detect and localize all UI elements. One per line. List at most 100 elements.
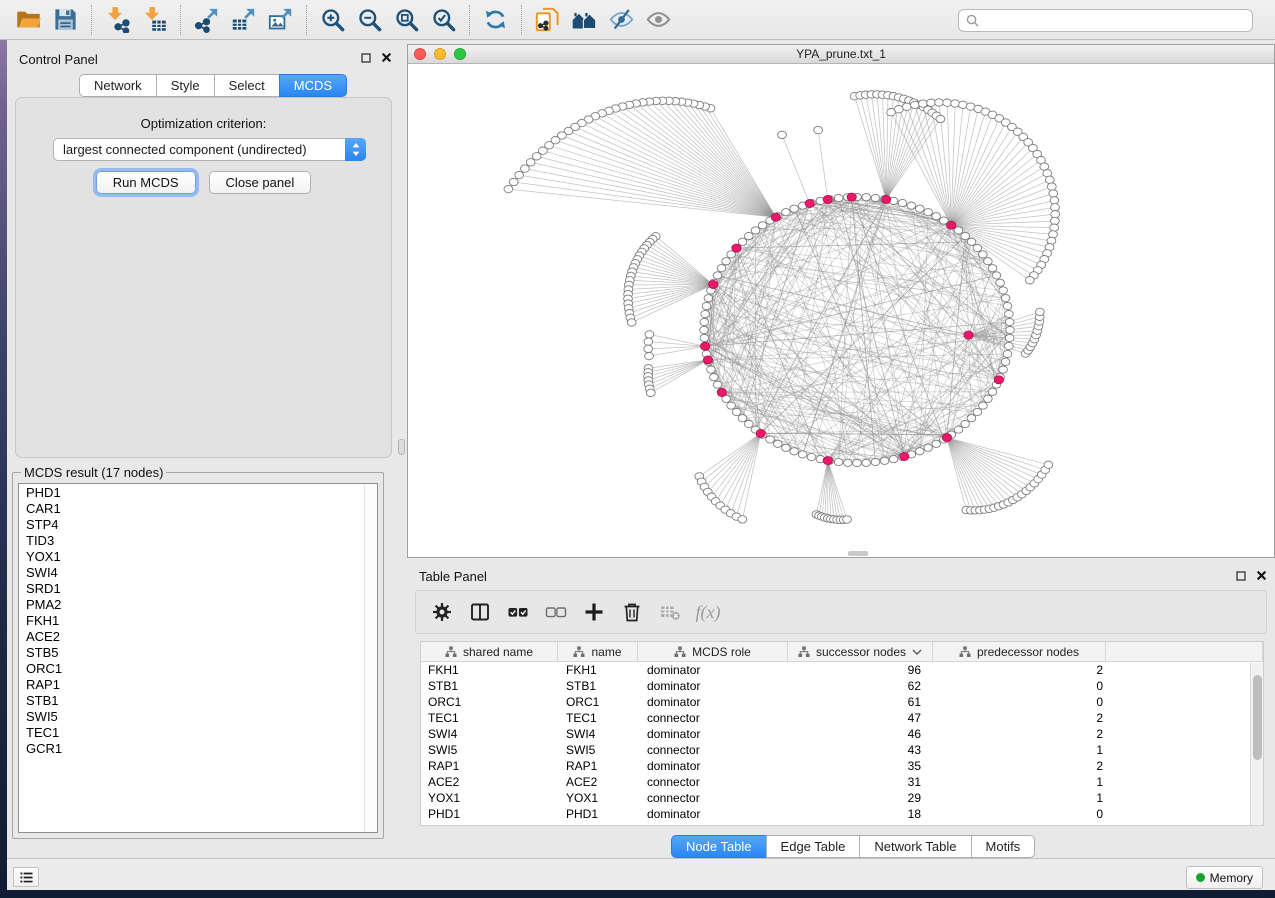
add-row-button[interactable] [582,600,606,624]
cell: connector [638,710,788,726]
cell: ACE2 [421,774,558,790]
cell: YOX1 [421,790,558,806]
tab-node-table[interactable]: Node Table [671,835,767,858]
tab-select[interactable]: Select [214,74,280,97]
mcds-result-item[interactable]: STB5 [19,645,363,661]
mcds-result-item[interactable]: FKH1 [19,613,363,629]
column-header-MCDS-role[interactable]: MCDS role [638,642,788,661]
task-history-button[interactable] [13,867,39,887]
task-list-icon [18,869,35,886]
main-toolbar [0,0,1275,40]
table-settings-button[interactable] [430,600,454,624]
mcds-result-item[interactable]: ACE2 [19,629,363,645]
zoom-in-button[interactable] [314,3,351,37]
delete-row-button[interactable] [620,600,644,624]
import-table-button[interactable] [136,3,173,37]
table-row[interactable]: STB1STB1dominator620 [421,678,1263,694]
toolbar-separator [469,5,470,35]
panel-splitter-handle[interactable] [398,439,405,455]
column-header-successor-nodes[interactable]: successor nodes [788,642,933,661]
mcds-result-item[interactable]: SRD1 [19,581,363,597]
import-network-button[interactable] [99,3,136,37]
network-window-title: YPA_prune.txt_1 [408,47,1274,61]
column-header-predecessor-nodes[interactable]: predecessor nodes [933,642,1106,661]
table-row[interactable]: YOX1YOX1connector291 [421,790,1263,806]
mcds-result-item[interactable]: YOX1 [19,549,363,565]
table-panel-float-button[interactable] [1236,569,1246,584]
zoom-fit-button[interactable] [388,3,425,37]
criterion-select[interactable]: largest connected component (undirected) [53,138,366,161]
tab-network[interactable]: Network [79,74,157,97]
tab-style[interactable]: Style [156,74,215,97]
float-icon [1236,571,1246,581]
export-table-button[interactable] [225,3,262,37]
control-panel-close-button[interactable] [381,52,392,63]
cell: 31 [788,774,933,790]
mcds-result-item[interactable]: SWI5 [19,709,363,725]
mcds-result-item[interactable]: STP4 [19,517,363,533]
zoom-selected-button[interactable] [425,3,462,37]
export-network-button[interactable] [188,3,225,37]
mcds-result-item[interactable]: PMA2 [19,597,363,613]
deselect-all-button[interactable] [544,600,568,624]
table-row[interactable]: SWI5SWI5connector431 [421,742,1263,758]
tab-network-table[interactable]: Network Table [859,835,971,858]
mcds-result-item[interactable]: TID3 [19,533,363,549]
table-row[interactable]: ACE2ACE2connector311 [421,774,1263,790]
mcds-result-item[interactable]: CAR1 [19,501,363,517]
mcds-result-item[interactable]: TEC1 [19,725,363,741]
show-eye-icon [645,6,672,33]
control-panel: Control Panel NetworkStyleSelectMCDS Opt… [7,44,400,855]
export-image-button[interactable] [262,3,299,37]
mcds-result-item[interactable]: ORC1 [19,661,363,677]
open-session-button[interactable] [10,3,47,37]
table-row[interactable]: ORC1ORC1dominator610 [421,694,1263,710]
tab-motifs[interactable]: Motifs [971,835,1036,858]
cell: 2 [933,662,1106,678]
network-window-titlebar[interactable]: YPA_prune.txt_1 [408,45,1274,64]
save-session-button[interactable] [47,3,84,37]
network-hscrollbar-thumb[interactable] [848,551,868,556]
mcds-result-item[interactable]: STB1 [19,693,363,709]
mcds-result-group: MCDS result (17 nodes) PHD1CAR1STP4TID3Y… [12,465,384,839]
table-row[interactable]: PHD1PHD1dominator180 [421,806,1263,822]
function-builder-button[interactable]: f(x) [696,600,720,624]
mcds-result-list[interactable]: PHD1CAR1STP4TID3YOX1SWI4SRD1PMA2FKH1ACE2… [18,483,378,833]
column-tree-icon [445,646,457,658]
mcds-result-item[interactable]: PHD1 [19,485,363,501]
show-eye-button[interactable] [640,3,677,37]
table-row[interactable]: FKH1FKH1dominator962 [421,662,1263,678]
network-canvas[interactable] [408,64,1274,557]
close-panel-button[interactable]: Close panel [209,171,312,194]
zoom-out-button[interactable] [351,3,388,37]
hide-elements-button[interactable] [603,3,640,37]
column-header-name[interactable]: name [558,642,638,661]
column-tree-icon [674,646,686,658]
table-row[interactable]: RAP1RAP1dominator352 [421,758,1263,774]
cell: 47 [788,710,933,726]
table-panel-close-button[interactable] [1256,569,1267,584]
column-header-shared-name[interactable]: shared name [421,642,558,661]
home-view-button[interactable] [566,3,603,37]
mcds-result-item[interactable]: RAP1 [19,677,363,693]
search-input[interactable] [958,9,1253,32]
run-mcds-button[interactable]: Run MCDS [96,171,196,194]
function-builder-icon: f(x) [696,602,721,623]
tab-mcds[interactable]: MCDS [279,74,347,97]
refresh-layout-button[interactable] [477,3,514,37]
memory-button[interactable]: Memory [1186,866,1263,889]
mcds-result-item[interactable]: SWI4 [19,565,363,581]
tab-edge-table[interactable]: Edge Table [766,835,861,858]
control-panel-float-button[interactable] [361,53,371,63]
show-columns-button[interactable] [468,600,492,624]
select-all-button[interactable] [506,600,530,624]
chevron-down-icon[interactable] [912,649,922,655]
table-scrollbar-thumb[interactable] [1253,675,1262,760]
table-scrollbar[interactable] [1250,663,1263,825]
result-list-scrollbar[interactable] [364,484,377,832]
table-row[interactable]: TEC1TEC1connector472 [421,710,1263,726]
mcds-result-item[interactable]: GCR1 [19,741,363,757]
clear-table-button[interactable] [658,600,682,624]
table-row[interactable]: SWI4SWI4dominator462 [421,726,1263,742]
clone-network-button[interactable] [529,3,566,37]
